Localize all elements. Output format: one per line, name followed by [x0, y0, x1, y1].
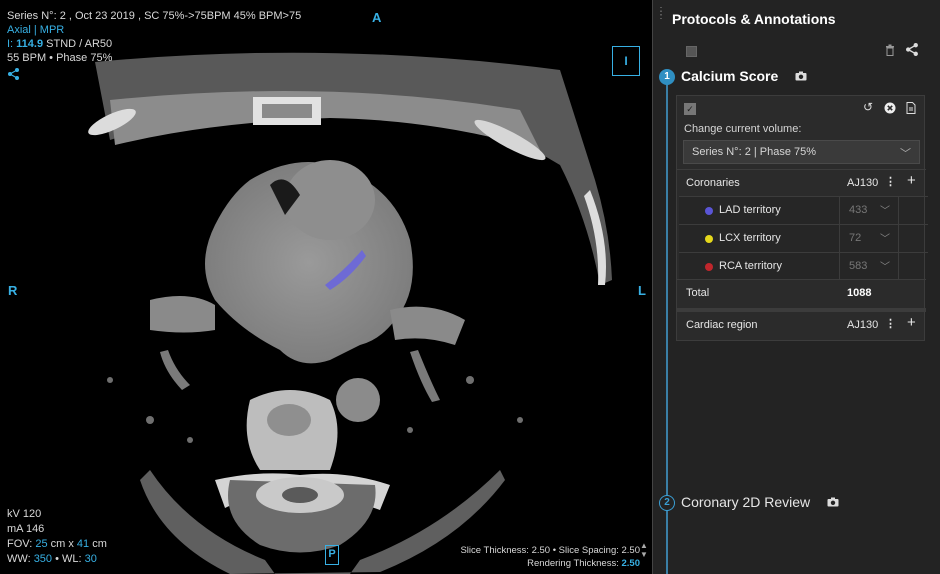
ct-scan-image	[88, 52, 612, 574]
territory-score: 583	[849, 260, 868, 272]
territory-row-lad[interactable]: LAD territory 433 ﹀	[679, 196, 928, 224]
bpm-phase: 55 BPM • Phase 75%	[7, 52, 113, 64]
orientation-posterior: P	[325, 545, 339, 565]
fov-value: FOV: 25 cm x 41 cm	[7, 537, 107, 552]
camera-icon[interactable]	[827, 497, 839, 510]
territories-list: LAD territory 433 ﹀ LCX territory 72 ﹀ RCA…	[679, 196, 928, 280]
step-number-2: 2	[659, 495, 675, 511]
series-line: Series N°: 2 , Oct 23 2019 , SC 75%->75B…	[7, 10, 302, 22]
add-icon[interactable]: +	[907, 314, 916, 331]
section-title-coronary-2d-review[interactable]: Coronary 2D Review	[681, 494, 810, 510]
more-options-icon[interactable]: ⋮	[885, 175, 896, 188]
fov-unit: cm	[89, 538, 107, 550]
territory-row-rca[interactable]: RCA territory 583 ﹀	[679, 252, 928, 280]
more-options-icon[interactable]: ⋮	[885, 317, 896, 330]
territory-score: 72	[849, 232, 862, 244]
volume-label: Change current volume:	[684, 123, 802, 135]
orientation-right: R	[8, 283, 18, 298]
volume-select-value: Series N°: 2 | Phase 75%	[692, 146, 817, 158]
fov-width: 25	[35, 538, 48, 550]
chevron-down-icon: ﹀	[880, 206, 890, 217]
window-level: WW: 350 • WL: 30	[7, 552, 107, 567]
fov-separator: cm x	[47, 538, 77, 550]
chevron-down-icon[interactable]: ▼	[640, 550, 648, 559]
close-icon[interactable]	[884, 100, 896, 117]
territory-value[interactable]: 583 ﹀	[839, 253, 899, 280]
chevron-up-icon[interactable]: ▲	[640, 541, 648, 550]
territory-color-dot	[705, 207, 713, 215]
trash-icon[interactable]	[885, 44, 895, 59]
view-mode-link[interactable]: Axial | MPR	[7, 23, 301, 37]
camera-icon[interactable]	[795, 71, 807, 84]
slice-value: 114.9	[16, 38, 44, 50]
coronaries-code: AJ130	[847, 177, 879, 189]
orientation-anterior: A	[372, 10, 382, 25]
territory-name: RCA territory	[719, 260, 782, 272]
undo-icon[interactable]: ↺	[863, 100, 873, 114]
territory-color-dot	[705, 263, 713, 271]
series-info: Series N°: 2 , Oct 23 2019 , SC 75%->75B…	[7, 9, 301, 65]
territory-value[interactable]: 72 ﹀	[839, 225, 899, 252]
orientation-cube[interactable]: I	[612, 46, 640, 76]
report-icon[interactable]	[906, 100, 916, 117]
panel-title: Protocols & Annotations	[672, 11, 836, 27]
thickness-stepper[interactable]: ▲ ▼	[640, 541, 648, 559]
volume-select[interactable]: Series N°: 2 | Phase 75% ﹀	[683, 140, 920, 164]
fov-label: FOV:	[7, 538, 36, 550]
ww-label: WW:	[7, 553, 34, 565]
drag-handle-icon[interactable]: ⋮ ⋮	[656, 7, 666, 21]
total-row: Total 1088	[677, 279, 926, 307]
cardiac-region-code: AJ130	[847, 319, 879, 331]
calcium-score-card: ✓ ↺ Change current volume: Series N°: 2 …	[676, 95, 928, 341]
wl-label: • WL:	[52, 553, 85, 565]
image-viewer[interactable]: Series N°: 2 , Oct 23 2019 , SC 75%->75B…	[0, 0, 652, 574]
territory-name: LAD territory	[719, 204, 781, 216]
select-all-checkbox[interactable]	[686, 46, 697, 57]
share-icon[interactable]	[906, 43, 919, 61]
kv-value: kV 120	[7, 508, 42, 520]
protocols-panel: ⋮ ⋮ Protocols & Annotations 1 Calcium Sco…	[652, 0, 940, 574]
section-title-calcium-score[interactable]: Calcium Score	[681, 68, 778, 84]
add-icon[interactable]: +	[907, 172, 916, 189]
territory-value[interactable]: 433 ﹀	[839, 197, 899, 224]
fov-height: 41	[76, 538, 90, 550]
slice-suffix: STND / AR50	[43, 38, 113, 50]
ma-value: mA 146	[7, 523, 45, 535]
slice-thickness-info: Slice Thickness: 2.50 • Slice Spacing: 2…	[460, 544, 640, 570]
share-icon[interactable]	[8, 68, 20, 83]
cardiac-region-label: Cardiac region	[686, 319, 758, 331]
rendering-thickness: Rendering Thickness: 2.50	[460, 557, 640, 570]
app-root: Series N°: 2 , Oct 23 2019 , SC 75%->75B…	[0, 0, 940, 574]
acquisition-info: kV 120 mA 146 FOV: 25 cm x 41 cm WW: 350…	[7, 507, 107, 567]
territory-color-dot	[705, 235, 713, 243]
slice-position: I: 114.9 STND / AR50	[7, 37, 301, 51]
ww-value[interactable]: 350	[34, 553, 52, 565]
total-label: Total	[686, 287, 710, 299]
rendering-label: Rendering Thickness:	[527, 558, 622, 569]
slice-prefix: I:	[7, 38, 17, 50]
coronaries-row[interactable]: Coronaries AJ130 ⋮ +	[677, 169, 926, 197]
territory-name: LCX territory	[719, 232, 781, 244]
step-number-1: 1	[659, 69, 675, 85]
slice-spacing: Slice Thickness: 2.50 • Slice Spacing: 2…	[460, 545, 640, 556]
orientation-left: L	[638, 283, 646, 298]
chevron-down-icon: ﹀	[880, 262, 890, 273]
cardiac-region-row[interactable]: Cardiac region AJ130 ⋮ +	[677, 308, 926, 338]
rendering-value[interactable]: 2.50	[622, 558, 641, 569]
total-value: 1088	[847, 287, 872, 299]
chevron-down-icon: ﹀	[900, 148, 911, 160]
chevron-down-icon: ﹀	[880, 234, 890, 245]
card-checkbox[interactable]: ✓	[684, 103, 696, 115]
wl-value[interactable]: 30	[85, 553, 97, 565]
territory-score: 433	[849, 204, 868, 216]
territory-row-lcx[interactable]: LCX territory 72 ﹀	[679, 224, 928, 252]
coronaries-label: Coronaries	[686, 177, 740, 189]
